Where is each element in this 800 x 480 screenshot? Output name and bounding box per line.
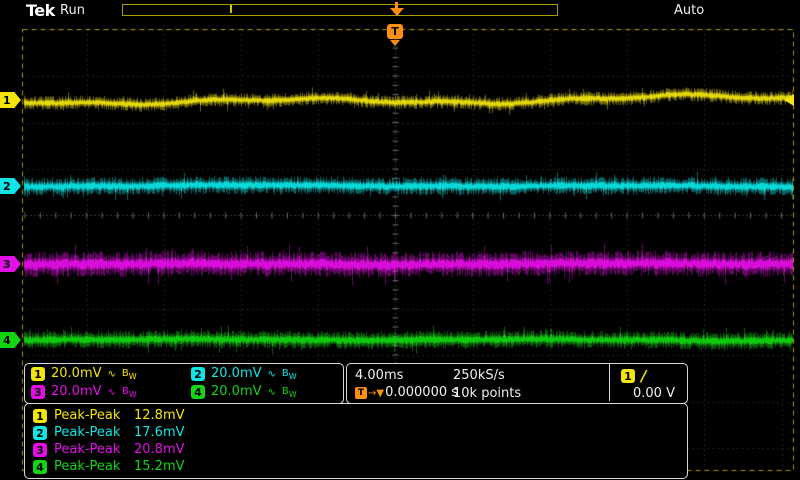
record-window-tick <box>230 5 232 13</box>
channel-3-badge: 3 <box>33 443 47 457</box>
measurement-value: 12.8mV <box>134 407 185 423</box>
channel-2-badge: 2 <box>191 367 205 382</box>
horizontal-scale: 4.00ms <box>355 368 404 383</box>
measurement-label: Peak-Peak <box>54 458 121 474</box>
trigger-delay-arrow-icon: →▼ <box>368 387 385 399</box>
trigger-delay-readout: T →▼ 0.000000 s <box>355 385 459 400</box>
coupling-wave-icon: ∿ <box>267 386 276 398</box>
measurement-row: 2 Peak-Peak 17.6mV <box>33 425 185 441</box>
measurement-value: 17.6mV <box>134 424 185 440</box>
divider <box>609 364 610 401</box>
measurement-label: Peak-Peak <box>54 441 121 457</box>
trigger-slope-icon: ∕ <box>641 367 647 385</box>
coupling-wave-icon: ∿ <box>107 386 116 398</box>
channel-4-badge: 4 <box>191 385 205 400</box>
measurement-value: 15.2mV <box>134 458 185 474</box>
channel-2-badge: 2 <box>33 426 47 440</box>
channel-3-badge: 3 <box>31 385 45 400</box>
trigger-mode: Auto <box>674 3 705 18</box>
measurement-label: Peak-Peak <box>54 424 121 440</box>
measurement-value: 20.8mV <box>134 441 185 457</box>
horizontal-trigger-readouts: 4.00ms 250kS/s T →▼ 0.000000 s 10k point… <box>346 363 688 404</box>
channel-1-badge: 1 <box>31 367 45 382</box>
acquisition-status: Run <box>60 3 85 18</box>
trigger-position-arrowhead-icon <box>390 8 404 16</box>
measurement-row: 1 Peak-Peak 12.8mV <box>33 408 185 424</box>
bandwidth-limit-icon: BW <box>281 385 297 399</box>
bandwidth-limit-icon: BW <box>121 367 137 381</box>
channel-4-badge: 4 <box>33 460 47 474</box>
trigger-delay-time: 0.000000 s <box>385 385 459 400</box>
bandwidth-limit-icon: BW <box>281 367 297 381</box>
trigger-delay-icon: T <box>355 387 367 400</box>
channel-4-scale: 20.0mV <box>211 384 262 399</box>
trigger-source-badge: 1 <box>621 369 635 383</box>
record-view-bar <box>122 4 558 16</box>
bandwidth-limit-icon: BW <box>121 385 137 399</box>
channel-2-readout: 2 20.0mV ∿ BW <box>191 366 297 382</box>
channel-3-readout: 3 20.0mV ∿ BW <box>31 384 137 400</box>
measurement-label: Peak-Peak <box>54 407 121 423</box>
channel-1-scale: 20.0mV <box>51 366 102 381</box>
measurement-row: 4 Peak-Peak 15.2mV <box>33 459 185 475</box>
channel-1-badge: 1 <box>33 409 47 423</box>
coupling-wave-icon: ∿ <box>267 368 276 380</box>
record-length: 10k points <box>453 386 522 401</box>
trigger-level-arrow-icon <box>784 94 794 106</box>
channel-2-scale: 20.0mV <box>211 366 262 381</box>
measurements-panel: 1 Peak-Peak 12.8mV 2 Peak-Peak 17.6mV 3 … <box>24 403 688 479</box>
oscilloscope-screen: Tek Run Auto T 1 2 3 4 1 20.0mV ∿ BW 2 2… <box>0 0 800 480</box>
trigger-flag: T <box>387 24 403 39</box>
sample-rate: 250kS/s <box>453 368 505 383</box>
trigger-level: 0.00 V <box>633 386 675 401</box>
channel-1-readout: 1 20.0mV ∿ BW <box>31 366 137 382</box>
channel-4-readout: 4 20.0mV ∿ BW <box>191 384 297 400</box>
channel-3-scale: 20.0mV <box>51 384 102 399</box>
trigger-source-readout: 1 ∕ <box>621 367 646 385</box>
coupling-wave-icon: ∿ <box>107 368 116 380</box>
channel-scale-readouts: 1 20.0mV ∿ BW 2 20.0mV ∿ BW 3 20.0mV ∿ B… <box>24 363 344 404</box>
measurement-row: 3 Peak-Peak 20.8mV <box>33 442 185 458</box>
tek-logo: Tek <box>26 1 55 20</box>
